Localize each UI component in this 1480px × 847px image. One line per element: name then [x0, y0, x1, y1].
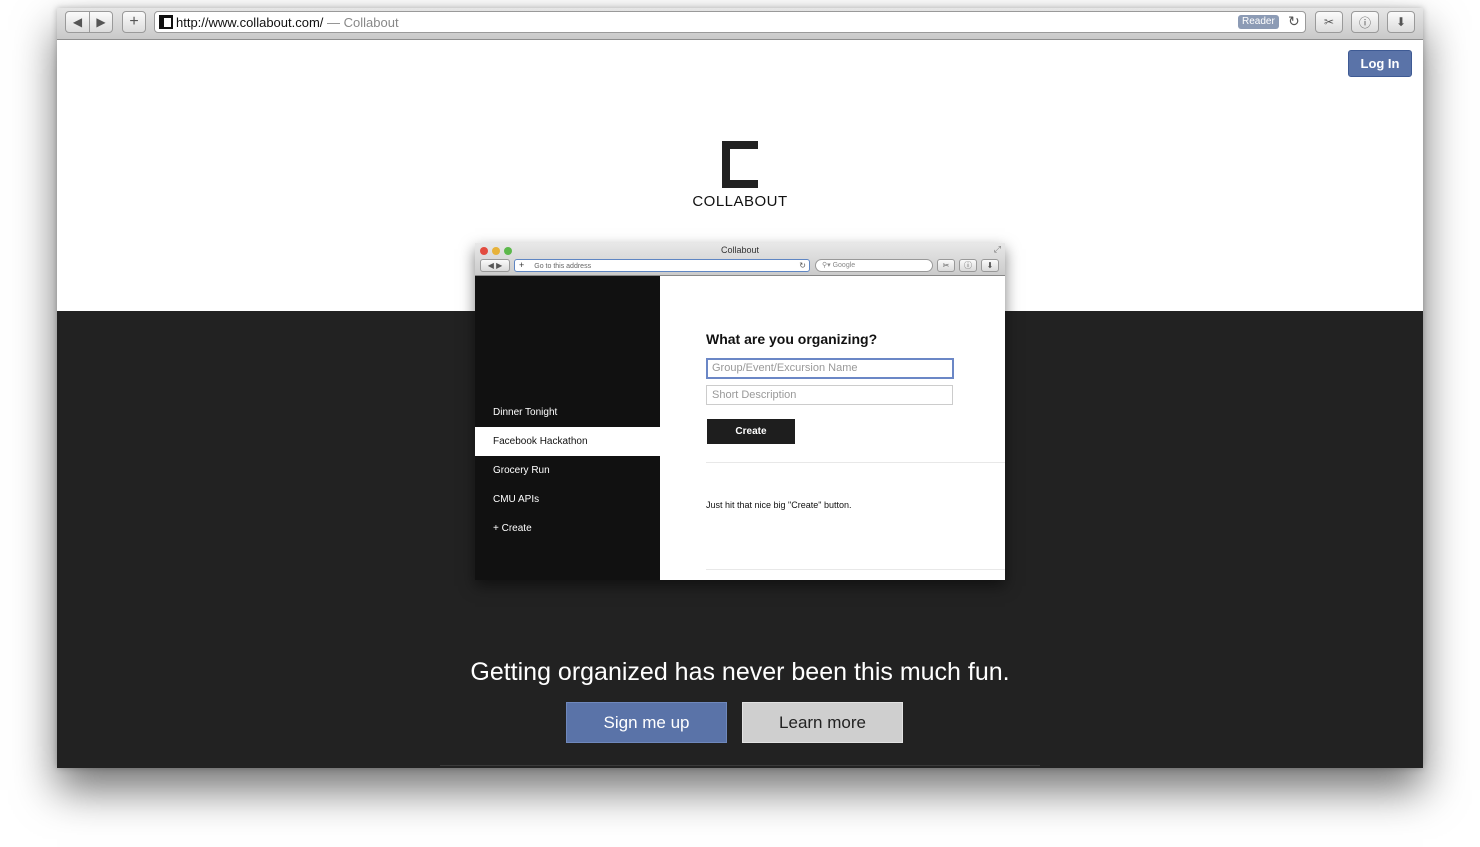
browser-toolbar: ◀ ▶ + http://www.collabout.com/ — Collab…	[57, 8, 1423, 40]
back-icon[interactable]: ◀	[66, 12, 89, 32]
preview-window-title: Collabout	[720, 245, 760, 255]
sidebar-item-grocery-run: Grocery Run	[493, 465, 550, 476]
address-bar[interactable]: http://www.collabout.com/ — Collabout Re…	[154, 11, 1306, 33]
extension-icon[interactable]: ✂	[1315, 11, 1343, 33]
preview-address-placeholder: Go to this address	[534, 263, 592, 270]
sidebar-item-create: + Create	[493, 523, 532, 534]
page-title-text: — Collabout	[323, 15, 399, 30]
preview-divider	[706, 462, 1005, 463]
preview-back-forward-icon: ◀ ▶	[480, 259, 510, 272]
preview-name-field: Group/Event/Excursion Name	[706, 358, 954, 379]
preview-search-field: ⚲▾ Google	[815, 259, 933, 272]
footer-divider	[440, 765, 1040, 766]
learn-more-button[interactable]: Learn more	[742, 702, 903, 743]
preview-search-placeholder: Google	[832, 262, 856, 269]
add-bookmark-button[interactable]: +	[122, 11, 146, 33]
preview-sidebar: Dinner Tonight Facebook Hackathon Grocer…	[475, 276, 660, 580]
preview-toolbar: Collabout ⤢ ◀ ▶ + Go to this address ↻ ⚲▾…	[475, 243, 1005, 276]
login-button[interactable]: Log In	[1348, 50, 1412, 77]
preview-description-field: Short Description	[706, 385, 953, 405]
app-preview-window: Collabout ⤢ ◀ ▶ + Go to this address ↻ ⚲▾…	[475, 243, 1005, 580]
preview-reload-icon: ↻	[799, 261, 806, 270]
preview-info-icon: ⓘ	[959, 259, 977, 272]
info-icon[interactable]: ⓘ	[1351, 11, 1379, 33]
preview-main: What are you organizing? Group/Event/Exc…	[660, 276, 1005, 580]
back-forward-group: ◀ ▶	[65, 11, 113, 33]
sign-up-button[interactable]: Sign me up	[566, 702, 727, 743]
fullscreen-icon: ⤢	[993, 244, 1001, 254]
preview-extension-icon: ✂	[937, 259, 955, 272]
reload-icon[interactable]: ↻	[1288, 13, 1300, 30]
reader-button[interactable]: Reader	[1238, 15, 1279, 29]
preview-bottom-divider	[706, 569, 1005, 570]
collabout-logo-icon	[722, 141, 758, 188]
logo-text: COLLABOUT	[692, 193, 788, 210]
address-url: http://www.collabout.com/ — Collabout	[176, 15, 399, 30]
site-favicon-icon	[159, 15, 173, 29]
browser-window: ◀ ▶ + http://www.collabout.com/ — Collab…	[57, 8, 1423, 768]
preview-form-heading: What are you organizing?	[706, 331, 878, 347]
preview-hint-text: Just hit that nice big "Create" button.	[706, 500, 852, 510]
preview-create-button: Create	[707, 419, 795, 444]
url-text: http://www.collabout.com/	[176, 15, 324, 30]
forward-icon[interactable]: ▶	[88, 12, 112, 32]
sidebar-item-facebook-hackathon: Facebook Hackathon	[475, 427, 660, 456]
download-icon[interactable]: ⬇	[1387, 11, 1415, 33]
hero-tagline: Getting organized has never been this mu…	[470, 658, 1010, 686]
preview-plus-icon: +	[519, 260, 525, 270]
sidebar-item-dinner-tonight: Dinner Tonight	[493, 407, 558, 418]
preview-address-bar: + Go to this address ↻	[514, 259, 810, 272]
preview-download-icon: ⬇	[981, 259, 999, 272]
page-content: Log In COLLABOUT Collabout ⤢ ◀ ▶ + Go to …	[57, 40, 1423, 768]
sidebar-item-cmu-apis: CMU APIs	[493, 494, 540, 505]
